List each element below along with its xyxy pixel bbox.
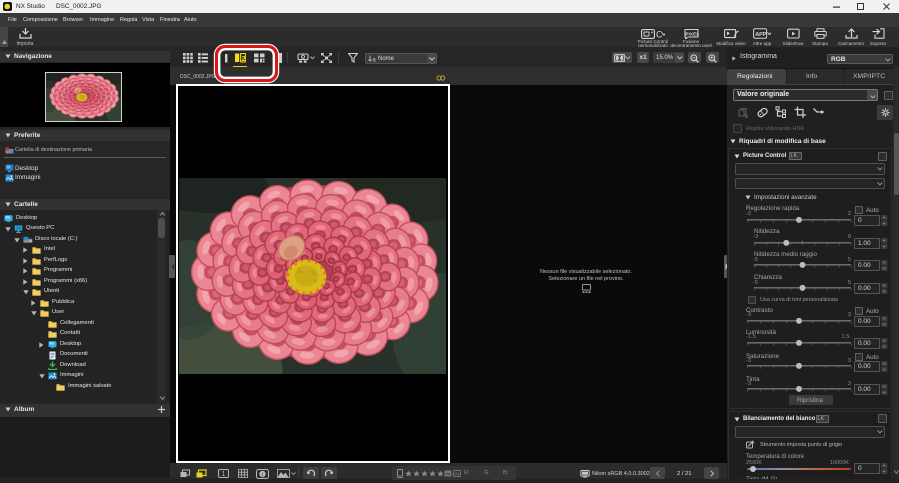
svg-text:a: a [372,57,376,62]
svg-text:PIXEL: PIXEL [685,31,699,37]
svg-text:APP: APP [755,32,766,38]
svg-text:1: 1 [222,471,226,478]
svg-text:C: C [656,29,663,39]
